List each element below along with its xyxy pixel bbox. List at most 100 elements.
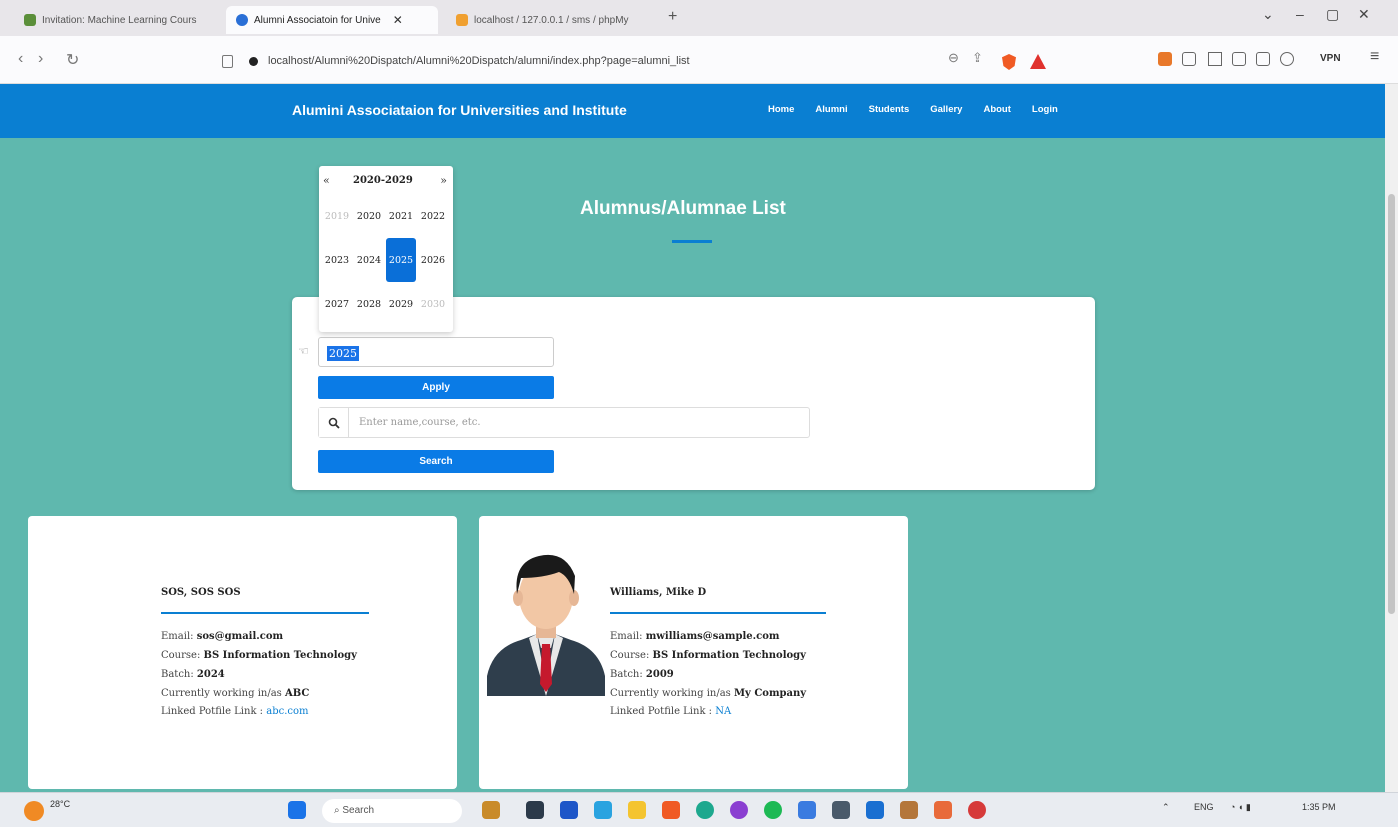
- app-icon-3[interactable]: [594, 801, 612, 819]
- decade-range[interactable]: 2020-2029: [353, 175, 413, 186]
- app-icon-5[interactable]: [798, 801, 816, 819]
- site-info-icon[interactable]: [249, 56, 258, 66]
- year-cell[interactable]: 2022: [417, 194, 449, 238]
- year-cell[interactable]: 2030: [417, 282, 449, 326]
- search-input[interactable]: Enter name,course, etc.: [349, 408, 809, 437]
- phpmyadmin-icon: [456, 14, 468, 26]
- wallet-icon[interactable]: [1256, 52, 1270, 66]
- link-label: Linked Potfile Link :: [610, 706, 716, 717]
- file-explorer-icon[interactable]: [628, 801, 646, 819]
- weather-icon[interactable]: [24, 801, 44, 821]
- taskbar-search-label: Search: [342, 805, 375, 816]
- nav-gallery[interactable]: Gallery: [930, 104, 962, 115]
- year-cell[interactable]: 2024: [353, 238, 385, 282]
- browser-toolbar: ‹ › ↻ localhost/Alumni%20Dispatch/Alumni…: [0, 36, 1398, 84]
- name-divider: [161, 612, 369, 614]
- taskbar-search[interactable]: ⌕ Search: [322, 799, 462, 823]
- year-cell[interactable]: 2028: [353, 282, 385, 326]
- weather-temp[interactable]: 28°C: [50, 799, 70, 809]
- prev-decade-button[interactable]: «: [323, 174, 330, 187]
- nav-alumni[interactable]: Alumni: [815, 104, 847, 115]
- wifi-volume-battery-icon[interactable]: ◔ ◖ ▮: [1230, 802, 1251, 813]
- close-tab-icon[interactable]: ✕: [393, 13, 403, 27]
- share-icon[interactable]: ⇪: [972, 50, 983, 66]
- profile-link[interactable]: abc.com: [266, 706, 308, 717]
- profile-link[interactable]: NA: [715, 706, 731, 717]
- nav-login[interactable]: Login: [1032, 104, 1058, 115]
- app-icon-8[interactable]: [934, 801, 952, 819]
- search-button[interactable]: Search: [318, 450, 554, 473]
- apply-button[interactable]: Apply: [318, 376, 554, 399]
- app-icon-9[interactable]: [968, 801, 986, 819]
- spotify-icon[interactable]: [764, 801, 782, 819]
- download-icon[interactable]: [1208, 52, 1222, 66]
- app-icon-6[interactable]: [832, 801, 850, 819]
- alumni-card: Williams, Mike D Email: mwilliams@sample…: [479, 516, 908, 789]
- new-tab-button[interactable]: +: [668, 8, 677, 26]
- page-scrollbar[interactable]: [1385, 84, 1398, 792]
- course-label: Course:: [610, 650, 653, 661]
- tab-search-icon[interactable]: ⌄: [1262, 6, 1274, 23]
- brave-rewards-icon[interactable]: [1030, 54, 1046, 69]
- leo-icon[interactable]: [1280, 52, 1294, 66]
- year-cell[interactable]: 2027: [321, 282, 353, 326]
- app-icon-7[interactable]: [900, 801, 918, 819]
- next-decade-button[interactable]: »: [440, 174, 447, 187]
- url-text: localhost/Alumni%20Dispatch/Alumni%20Dis…: [268, 55, 690, 67]
- maximize-button[interactable]: ▢: [1326, 6, 1339, 23]
- course-value: BS Information Technology: [203, 650, 357, 661]
- tab-title: Invitation: Machine Learning Cours: [42, 14, 197, 26]
- alumni-email: Email: mwilliams@sample.com: [610, 631, 779, 642]
- reload-button[interactable]: ↻: [66, 50, 79, 70]
- minimize-button[interactable]: –: [1296, 6, 1304, 22]
- nav-students[interactable]: Students: [869, 104, 910, 115]
- edge-icon[interactable]: [696, 801, 714, 819]
- site-header: Alumini Associataion for Universities an…: [0, 84, 1385, 138]
- browser-tab-1[interactable]: Invitation: Machine Learning Cours: [14, 6, 214, 34]
- link-label: Linked Potfile Link :: [161, 706, 267, 717]
- windows-start-icon[interactable]: [288, 801, 306, 819]
- site-brand[interactable]: Alumini Associataion for Universities an…: [292, 102, 627, 118]
- tab-favicon-icon: [24, 14, 36, 26]
- browser-tab-3[interactable]: localhost / 127.0.0.1 / sms / phpMy: [446, 6, 656, 34]
- alumni-batch: Batch: 2024: [161, 669, 225, 680]
- back-button[interactable]: ‹: [18, 50, 23, 68]
- alumni-link: Linked Potfile Link : NA: [610, 706, 731, 717]
- brave-browser-icon[interactable]: [662, 801, 680, 819]
- year-cell[interactable]: 2020: [353, 194, 385, 238]
- year-cell[interactable]: 2021: [385, 194, 417, 238]
- tab-title: localhost / 127.0.0.1 / sms / phpMy: [474, 14, 629, 26]
- bookmark-icon[interactable]: [222, 54, 233, 68]
- app-icon-1[interactable]: [526, 801, 544, 819]
- nav-about[interactable]: About: [983, 104, 1010, 115]
- tray-lang[interactable]: ENG: [1194, 802, 1214, 812]
- browser-tab-2[interactable]: Alumni Associatoin for Unive ✕: [226, 6, 438, 34]
- year-cell[interactable]: 2029: [385, 282, 417, 326]
- word-icon[interactable]: [866, 801, 884, 819]
- batch-year-input[interactable]: 2025: [318, 337, 554, 367]
- menu-icon[interactable]: ≡: [1370, 48, 1379, 66]
- year-cell[interactable]: 2019: [321, 194, 353, 238]
- tray-chevron-icon[interactable]: ⌃: [1162, 802, 1170, 813]
- address-bar[interactable]: localhost/Alumni%20Dispatch/Alumni%20Dis…: [218, 46, 1064, 76]
- course-label: Course:: [161, 650, 204, 661]
- vpn-button[interactable]: VPN: [1320, 53, 1341, 64]
- zoom-icon[interactable]: ⊖: [948, 50, 959, 66]
- forward-button[interactable]: ›: [38, 50, 43, 68]
- app-icon-4[interactable]: [730, 801, 748, 819]
- scrollbar-thumb[interactable]: [1388, 194, 1395, 614]
- tray-clock[interactable]: 1:35 PM: [1302, 802, 1336, 812]
- windows-taskbar: 28°C ⌕ Search ⌃ ENG ◔ ◖ ▮ 1:35 PM: [0, 792, 1398, 827]
- nav-home[interactable]: Home: [768, 104, 794, 115]
- close-window-button[interactable]: ✕: [1358, 6, 1370, 23]
- work-label: Currently working in/as: [161, 688, 285, 699]
- year-cell[interactable]: 2025: [386, 238, 416, 282]
- extension-icon[interactable]: [1182, 52, 1196, 66]
- year-cell[interactable]: 2023: [321, 238, 353, 282]
- app-icon-2[interactable]: [560, 801, 578, 819]
- year-cell[interactable]: 2026: [417, 238, 449, 282]
- sidebar-icon[interactable]: [1232, 52, 1246, 66]
- metamask-icon[interactable]: [1158, 52, 1172, 66]
- taskview-icon[interactable]: [482, 801, 500, 819]
- alumni-work: Currently working in/as ABC: [161, 688, 309, 699]
